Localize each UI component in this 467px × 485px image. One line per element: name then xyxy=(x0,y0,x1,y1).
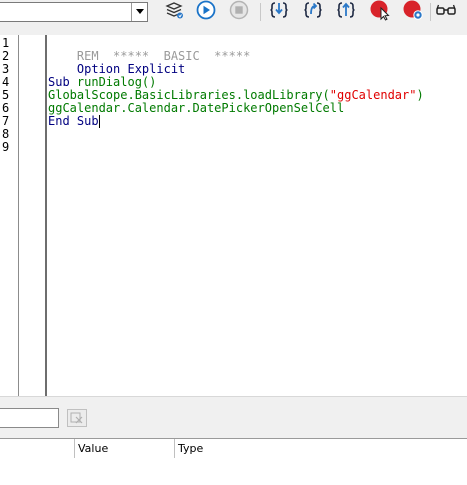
step-over-button[interactable] xyxy=(302,1,324,23)
watch-button[interactable] xyxy=(435,1,457,23)
stack-select-icon xyxy=(164,0,184,24)
text-caret xyxy=(98,115,100,128)
step-out-button[interactable] xyxy=(335,1,357,23)
watch-table-header: Value Type xyxy=(0,438,467,459)
breakpoint-gear-icon xyxy=(402,0,424,25)
column-header-value[interactable]: Value xyxy=(74,439,174,458)
code-identifier: ggCalendar.Calendar.DatePickerOpenSelCel… xyxy=(48,101,345,115)
column-header-variable[interactable] xyxy=(0,439,74,458)
watch-toolbar xyxy=(0,396,467,437)
code-string: "ggCalendar" xyxy=(329,88,417,102)
code-keyword: Option Explicit xyxy=(76,62,186,76)
line-number: 9 xyxy=(2,140,10,154)
code-identifier: ) xyxy=(416,88,424,102)
play-circle-icon xyxy=(196,0,216,24)
step-out-icon xyxy=(336,0,356,24)
breakpoint-margin[interactable] xyxy=(19,35,47,396)
code-identifier: runDialog() xyxy=(76,75,157,89)
code-keyword: End Sub xyxy=(48,114,99,128)
stop-button[interactable] xyxy=(228,0,250,24)
stop-icon xyxy=(229,0,249,24)
library-select[interactable] xyxy=(0,2,148,22)
column-header-type[interactable]: Type xyxy=(174,439,467,458)
remove-watch-button[interactable] xyxy=(67,409,87,427)
watch-expression-input[interactable] xyxy=(0,408,59,428)
step-over-icon xyxy=(303,0,323,24)
code-keyword: Sub xyxy=(48,75,77,89)
breakpoint-cursor-icon xyxy=(369,0,391,25)
chevron-down-icon[interactable] xyxy=(131,3,147,21)
code-identifier: GlobalScope.BasicLibraries.loadLibrary( xyxy=(48,88,330,102)
glasses-icon xyxy=(435,0,457,24)
select-module-button[interactable] xyxy=(163,1,185,23)
watch-table-body[interactable] xyxy=(0,458,467,485)
breakpoint-button[interactable] xyxy=(369,0,391,25)
remove-watch-icon xyxy=(70,409,84,428)
code-line-7: End Sub xyxy=(48,115,100,128)
step-into-button[interactable] xyxy=(268,1,290,23)
manage-breakpoints-button[interactable] xyxy=(402,0,424,25)
toolbar-separator xyxy=(430,3,431,21)
line-number-gutter: 1 2 3 4 5 6 7 8 9 xyxy=(0,35,19,396)
run-button[interactable] xyxy=(195,0,217,24)
step-into-icon xyxy=(269,0,289,24)
macro-toolbar xyxy=(0,0,467,26)
code-editor[interactable]: 1 2 3 4 5 6 7 8 9 REM ***** BASIC ***** … xyxy=(0,35,467,396)
toolbar-separator xyxy=(260,3,261,21)
